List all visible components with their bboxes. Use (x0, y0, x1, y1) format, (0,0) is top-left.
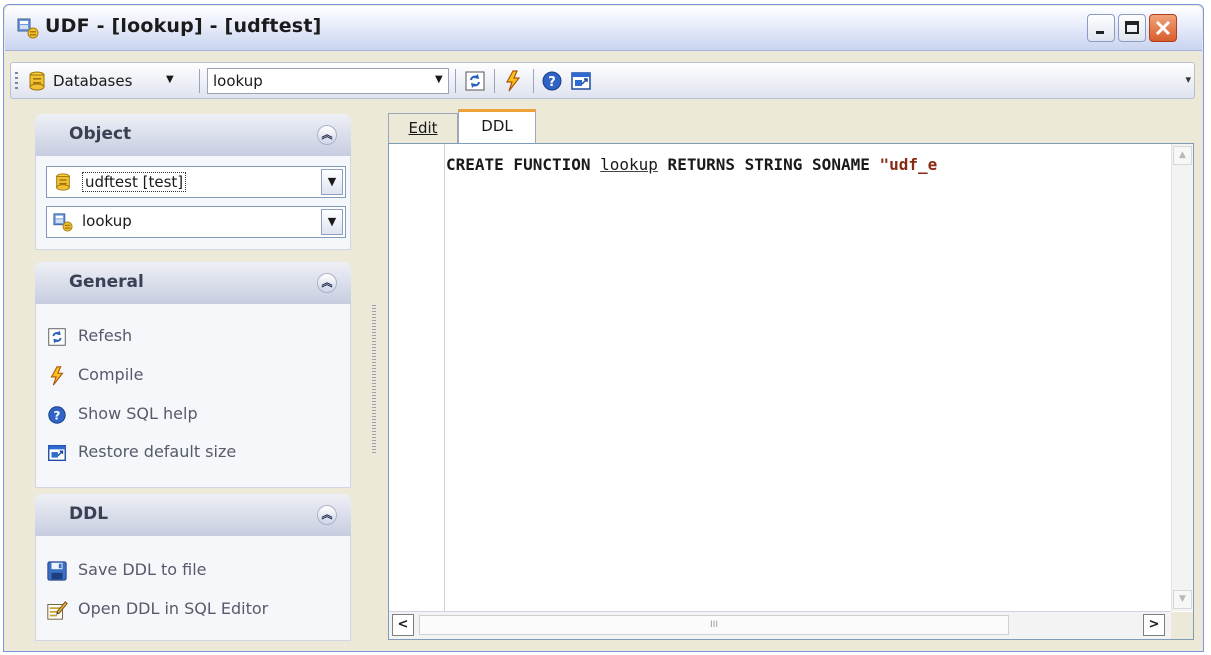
panel-title: DDL (69, 504, 109, 524)
scroll-down-icon[interactable]: ▼ (1173, 590, 1192, 609)
udf-icon (17, 18, 39, 39)
object-select-value: lookup (82, 212, 132, 230)
vertical-scrollbar[interactable]: ▲ ▼ (1171, 144, 1193, 611)
refresh-icon (48, 328, 66, 346)
ddl-code[interactable]: CREATE FUNCTION lookup RETURNS STRING SO… (446, 155, 937, 174)
panel-title: General (69, 272, 144, 292)
restore-size-icon (48, 444, 66, 462)
panel-title: Object (69, 124, 132, 144)
action-label: Restore default size (78, 442, 237, 461)
code-string: "udf_e (879, 155, 938, 174)
database-icon (29, 71, 45, 91)
chevron-down-icon[interactable]: ▼ (321, 209, 343, 235)
horizontal-scrollbar[interactable]: < III > (389, 611, 1171, 639)
window-title: UDF - [lookup] - [udftest] (45, 15, 322, 37)
line-gutter (389, 144, 445, 611)
ddl-panel-header[interactable]: DDL ︽ (35, 494, 351, 536)
restore-size-icon[interactable] (569, 69, 593, 93)
close-button[interactable] (1149, 14, 1177, 42)
scroll-right-icon[interactable]: > (1143, 614, 1165, 636)
close-icon (1155, 20, 1171, 36)
toolbar-separator (455, 69, 456, 93)
toolbar-grip[interactable] (15, 72, 18, 90)
object-select[interactable]: lookup ▼ (46, 206, 346, 238)
database-select[interactable]: udftest [test] ▼ (46, 166, 346, 198)
udf-icon (53, 213, 73, 232)
code-identifier: lookup (600, 155, 658, 174)
databases-menu[interactable]: Databases (53, 72, 132, 90)
ddl-editor[interactable]: CREATE FUNCTION lookup RETURNS STRING SO… (388, 143, 1194, 640)
toolbar-separator (494, 69, 495, 93)
help-icon[interactable]: ? (540, 69, 564, 93)
maximize-icon (1125, 21, 1139, 34)
tab-edit-label: Edit (408, 119, 438, 137)
save-icon (47, 561, 67, 581)
code-keyword: CREATE FUNCTION (446, 155, 601, 174)
compile-icon (50, 366, 64, 386)
maximize-button[interactable] (1118, 14, 1146, 42)
action-label: Save DDL to file (78, 560, 207, 579)
action-label: Refesh (78, 326, 133, 345)
code-keyword: RETURNS STRING SONAME (657, 155, 880, 174)
collapse-icon[interactable]: ︽ (317, 273, 337, 293)
scroll-thumb[interactable]: III (419, 615, 1009, 635)
open-in-editor-icon (47, 601, 68, 620)
compile-icon[interactable] (501, 69, 525, 93)
minimize-icon (1096, 31, 1104, 34)
chevron-down-icon[interactable]: ▼ (166, 74, 174, 85)
database-icon (56, 173, 70, 191)
toolbar-separator (533, 69, 534, 93)
general-panel-header[interactable]: General ︽ (35, 262, 351, 304)
tab-ddl-label: DDL (481, 117, 513, 135)
help-icon: ? (48, 406, 66, 424)
toolbar-overflow-icon[interactable]: ▾ (1185, 73, 1191, 86)
object-panel-body: udftest [test] ▼ lookup ▼ (35, 156, 351, 250)
object-combo-value: lookup (213, 72, 263, 90)
refresh-icon[interactable] (463, 69, 487, 93)
collapse-icon[interactable]: ︽ (317, 505, 337, 525)
chevron-down-icon[interactable]: ▼ (435, 74, 443, 85)
collapse-icon[interactable]: ︽ (317, 125, 337, 145)
scroll-thumb-grip: III (710, 620, 718, 630)
title-bar[interactable]: UDF - [lookup] - [udftest] (5, 6, 1202, 51)
udf-window: UDF - [lookup] - [udftest] Databases ▼ l… (3, 4, 1204, 652)
svg-text:?: ? (548, 75, 556, 90)
chevron-down-icon[interactable]: ▼ (321, 169, 343, 195)
database-select-value: udftest [test] (82, 172, 187, 192)
ddl-panel-body: Save DDL to file Open DDL in SQL Editor (35, 536, 351, 641)
object-combo[interactable]: lookup (207, 68, 449, 94)
tab-ddl[interactable]: DDL (458, 109, 536, 143)
action-label: Show SQL help (78, 404, 198, 423)
object-panel-header[interactable]: Object ︽ (35, 114, 351, 156)
general-panel-body: Refesh Compile ? Show SQL help Restore d… (35, 304, 351, 488)
splitter-handle[interactable] (372, 305, 376, 455)
scroll-left-icon[interactable]: < (392, 614, 414, 636)
scroll-up-icon[interactable]: ▲ (1173, 146, 1192, 165)
svg-text:?: ? (54, 409, 61, 423)
scroll-corner (1171, 612, 1193, 639)
tab-edit[interactable]: Edit (388, 113, 458, 143)
toolbar: Databases ▼ lookup ▼ ? ▾ (10, 62, 1195, 99)
action-label: Compile (78, 365, 144, 384)
minimize-button[interactable] (1087, 14, 1115, 42)
action-label: Open DDL in SQL Editor (78, 599, 269, 618)
toolbar-separator (199, 69, 200, 93)
left-panel: Object ︽ udftest [test] ▼ lookup ▼ Gener… (35, 114, 351, 641)
